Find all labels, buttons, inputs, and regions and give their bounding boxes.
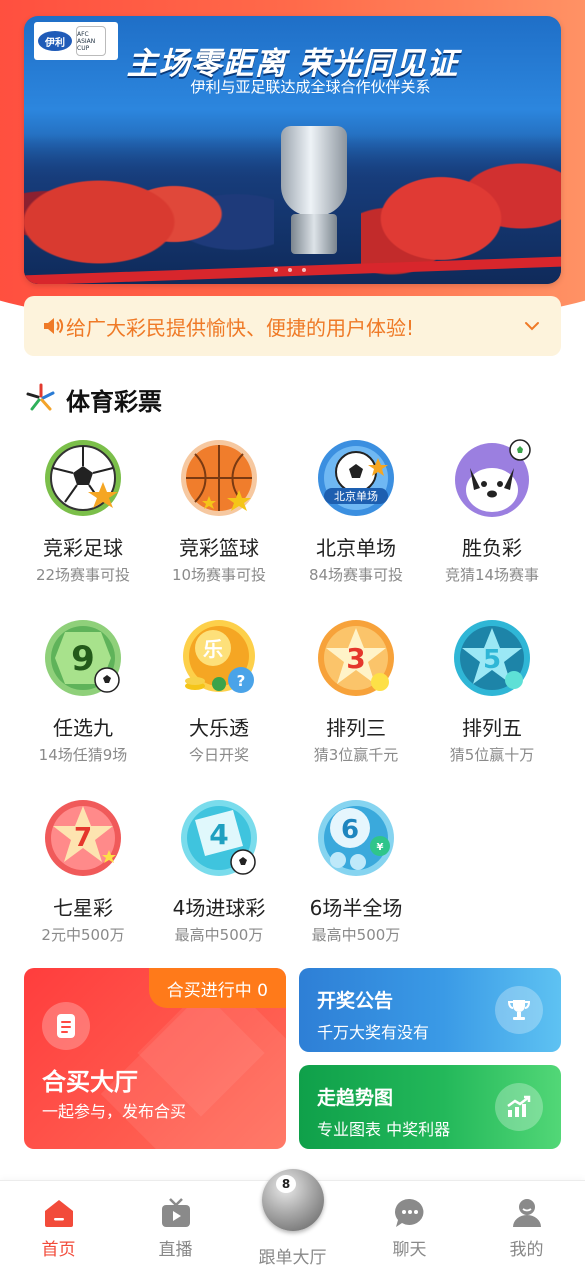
six-half-icon: 6 ¥ [316,798,396,878]
tab-label: 直播 [158,1240,193,1260]
lottery-item-arrange-five[interactable]: 5 排列五 猜5位赢十万 [419,610,565,764]
chevron-down-icon[interactable] [521,315,543,337]
lottery-item-football[interactable]: 竞彩足球 22场赛事可投 [10,430,156,584]
tab-follow-hall[interactable]: 8 跟单大厅 [234,1169,351,1266]
notice-bar[interactable]: 给广大彩民提供愉快、便捷的用户体验! [24,296,561,356]
tab-label: 首页 [41,1240,76,1260]
win-lose-icon [452,438,532,518]
lottery-name: 胜负彩 [462,536,522,560]
lottery-item-seven-star[interactable]: 7 七星彩 2元中500万 [10,790,156,944]
tab-label: 跟单大厅 [258,1248,327,1266]
group-buy-hall-card[interactable]: 合买进行中 0 合买大厅 一起参与，发布合买 [24,968,286,1149]
tab-home[interactable]: 首页 [0,1181,117,1266]
draw-announcement-card[interactable]: 开奖公告 千万大奖有没有 [299,968,561,1052]
tab-chat[interactable]: 聊天 [351,1181,468,1266]
svg-text:9: 9 [71,639,95,679]
svg-text:乐: 乐 [203,637,223,661]
lottery-item-six-half[interactable]: 6 ¥ 6场半全场 最高中500万 [283,790,429,944]
pick-nine-icon: 9 [43,618,123,698]
tv-icon [160,1197,192,1229]
lottery-item-pick-nine[interactable]: 9 任选九 14场任猜9场 [10,610,156,764]
lottery-desc: 22场赛事可投 [35,566,131,584]
billiard-ball-icon: 8 [262,1169,324,1231]
banner-trophy-image [269,126,359,266]
notice-text: 给广大彩民提供愉快、便捷的用户体验! [66,315,415,340]
user-icon [511,1197,543,1229]
svg-text:?: ? [237,672,246,690]
tab-live[interactable]: 直播 [117,1181,234,1266]
arrange-five-icon: 5 [452,618,532,698]
lottery-name: 竞彩足球 [43,536,123,560]
lotto-icon: 乐? [179,618,259,698]
speaker-icon [42,316,64,336]
seven-star-icon: 7 [43,798,123,878]
document-icon [42,1002,90,1050]
arrange-three-icon: 3 [316,618,396,698]
beijing-single-icon: 北京单场 [316,438,396,518]
svg-text:3: 3 [346,642,365,675]
chart-icon [495,1083,543,1131]
lottery-desc: 竞猜14场赛事 [444,566,540,584]
tab-label: 我的 [509,1240,544,1260]
lottery-desc: 84场赛事可投 [308,566,404,584]
lottery-desc: 猜3位赢千元 [313,746,399,764]
lottery-name: 4场进球彩 [172,896,266,920]
lottery-item-four-goals[interactable]: 4 4场进球彩 最高中500万 [146,790,292,944]
lottery-desc: 14场任猜9场 [38,746,128,764]
trend-chart-card[interactable]: 走趋势图 专业图表 中奖利器 [299,1065,561,1149]
section-title: 体育彩票 [66,388,162,416]
banner-dot[interactable] [288,268,292,272]
lottery-desc: 最高中500万 [174,926,264,944]
banner-dot[interactable] [274,268,278,272]
lottery-name: 排列三 [326,716,386,740]
svg-text:7: 7 [74,823,92,853]
group-buy-title: 合买大厅 [42,1068,138,1096]
lottery-desc: 10场赛事可投 [171,566,267,584]
sports-lottery-icon [26,383,56,417]
bottom-tab-bar: 首页 直播 8 跟单大厅 聊天 我的 [0,1169,585,1266]
lottery-item-basketball[interactable]: 竞彩篮球 10场赛事可投 [146,430,292,584]
lottery-name: 排列五 [462,716,522,740]
lottery-item-win-lose[interactable]: 胜负彩 竞猜14场赛事 [419,430,565,584]
section-header: 体育彩票 [26,382,162,417]
trophy-icon [495,986,543,1034]
lottery-desc: 今日开奖 [188,746,249,764]
lottery-item-lotto[interactable]: 乐? 大乐透 今日开奖 [146,610,292,764]
banner-dot[interactable] [302,268,306,272]
banner-pagination[interactable] [274,268,306,272]
basketball-icon [179,438,259,518]
svg-text:4: 4 [209,818,228,851]
lottery-name: 任选九 [53,716,113,740]
home-page: 伊利 AFC ASIAN CUP 主场零距离 荣光同见证 伊利与亚足联达成全球合… [0,0,585,1266]
tab-me[interactable]: 我的 [468,1181,585,1266]
lottery-name: 6场半全场 [309,896,403,920]
lottery-name: 大乐透 [189,716,249,740]
lottery-desc: 2元中500万 [41,926,125,944]
svg-text:6: 6 [341,815,359,845]
football-icon [43,438,123,518]
lottery-name: 北京单场 [316,536,396,560]
lottery-desc: 最高中500万 [311,926,401,944]
banner-players-image [24,126,274,284]
group-buy-status-badge: 合买进行中 0 [148,968,286,1008]
promo-banner[interactable]: 伊利 AFC ASIAN CUP 主场零距离 荣光同见证 伊利与亚足联达成全球合… [24,16,561,284]
svg-text:5: 5 [483,645,501,675]
group-buy-desc: 一起参与，发布合买 [42,1102,187,1121]
lottery-item-arrange-three[interactable]: 3 排列三 猜3位赢千元 [283,610,429,764]
lottery-name: 竞彩篮球 [179,536,259,560]
four-goals-icon: 4 [179,798,259,878]
lottery-desc: 猜5位赢十万 [449,746,535,764]
lottery-name: 七星彩 [53,896,113,920]
tab-label: 聊天 [392,1240,427,1260]
svg-text:¥: ¥ [377,842,384,853]
lottery-item-beijing[interactable]: 北京单场 北京单场 84场赛事可投 [283,430,429,584]
svg-text:北京单场: 北京单场 [334,489,378,503]
home-icon [43,1197,75,1229]
banner-subline: 伊利与亚足联达成全球合作伙伴关系 [190,78,431,96]
chat-icon [394,1197,426,1229]
